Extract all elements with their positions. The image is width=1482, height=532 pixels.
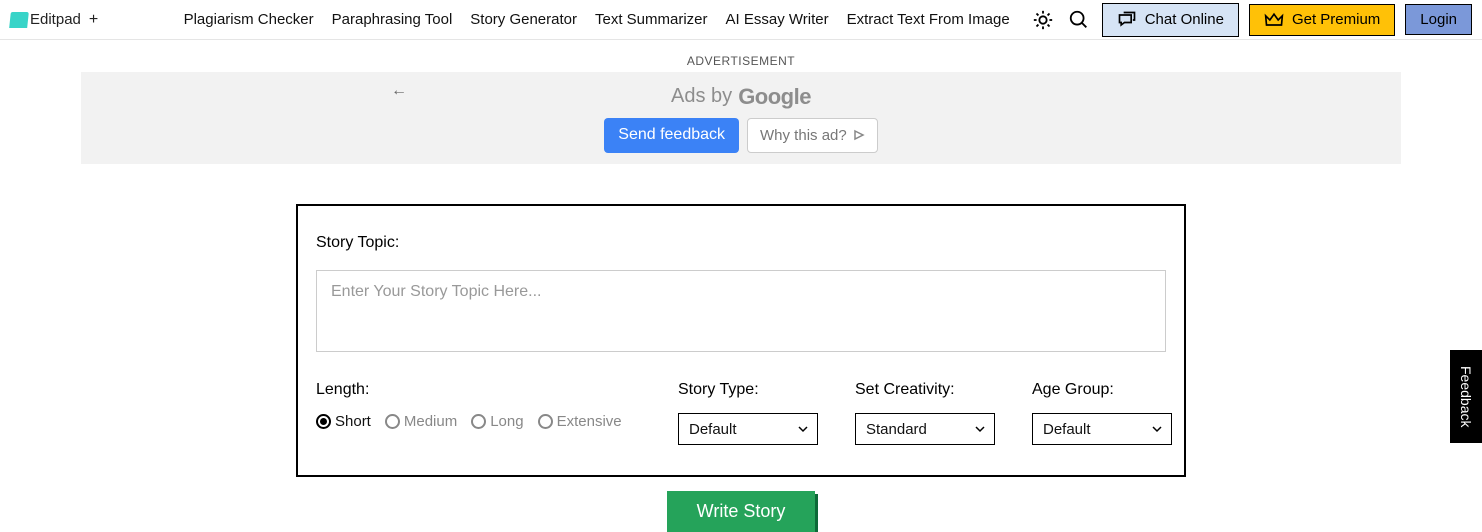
radio-icon [316,414,331,429]
length-option-short[interactable]: Short [316,413,371,430]
radio-icon [385,414,400,429]
age-group-column: Age Group: Default [1032,381,1177,445]
length-option-long[interactable]: Long [471,413,523,430]
story-type-select[interactable]: Default [678,413,818,445]
nav-text-summarizer[interactable]: Text Summarizer [595,11,708,28]
chat-icon [1117,10,1137,30]
premium-label: Get Premium [1292,11,1380,28]
logo-group[interactable]: Editpad + [10,11,98,29]
nav-extract-text[interactable]: Extract Text From Image [847,11,1010,28]
nav-ai-essay[interactable]: AI Essay Writer [726,11,829,28]
google-logo: Google [738,84,811,110]
creativity-value: Standard [866,421,927,438]
ad-back-icon[interactable]: ← [391,82,407,100]
ad-label: ADVERTISEMENT [0,54,1482,68]
chevron-down-icon [1151,423,1163,435]
length-option-extensive[interactable]: Extensive [538,413,622,430]
send-feedback-button[interactable]: Send feedback [604,118,739,153]
nav-right: Chat Online Get Premium Login [1030,3,1472,37]
submit-wrap: Write Story [0,491,1482,532]
age-group-select[interactable]: Default [1032,413,1172,445]
logo-text: Editpad [30,11,81,28]
radio-label-medium: Medium [404,413,457,430]
ads-by-text: Ads by [671,85,732,108]
radio-icon [471,414,486,429]
login-button[interactable]: Login [1405,4,1472,35]
adchoices-icon [853,129,865,141]
ad-box: ← Ads by Google Send feedback Why this a… [81,72,1401,164]
creativity-column: Set Creativity: Standard [855,381,1000,445]
crown-icon [1264,11,1284,29]
nav-story-generator[interactable]: Story Generator [470,11,577,28]
radio-label-extensive: Extensive [557,413,622,430]
search-icon[interactable] [1066,7,1092,33]
why-ad-label: Why this ad? [760,127,847,144]
length-radios: Short Medium Long Extensive [316,413,646,430]
age-group-value: Default [1043,421,1091,438]
creativity-select[interactable]: Standard [855,413,995,445]
chat-label: Chat Online [1145,11,1224,28]
header: Editpad + Plagiarism Checker Paraphrasin… [0,0,1482,40]
radio-label-long: Long [490,413,523,430]
story-type-value: Default [689,421,737,438]
get-premium-button[interactable]: Get Premium [1249,4,1395,36]
chevron-down-icon [974,423,986,435]
nav-plagiarism[interactable]: Plagiarism Checker [184,11,314,28]
why-this-ad-button[interactable]: Why this ad? [747,118,878,153]
radio-label-short: Short [335,413,371,430]
creativity-label: Set Creativity: [855,381,1000,399]
theme-icon[interactable] [1030,7,1056,33]
story-type-label: Story Type: [678,381,823,399]
radio-icon [538,414,553,429]
feedback-tab[interactable]: Feedback [1450,350,1482,443]
options-row: Length: Short Medium Long Extensive [316,381,1166,445]
main-nav: Plagiarism Checker Paraphrasing Tool Sto… [184,11,1010,28]
length-label: Length: [316,381,646,399]
story-topic-input[interactable] [316,270,1166,352]
length-column: Length: Short Medium Long Extensive [316,381,646,445]
chevron-down-icon [797,423,809,435]
story-type-column: Story Type: Default [678,381,823,445]
logo-icon [9,12,29,28]
story-form: Story Topic: Length: Short Medium Long [296,204,1186,477]
ad-actions: Send feedback Why this ad? [604,118,877,153]
write-story-button[interactable]: Write Story [667,491,816,532]
ads-by-line: Ads by Google [671,84,811,110]
nav-paraphrasing[interactable]: Paraphrasing Tool [332,11,453,28]
chat-online-button[interactable]: Chat Online [1102,3,1239,37]
topic-label: Story Topic: [316,234,1166,252]
age-group-label: Age Group: [1032,381,1177,399]
plus-icon[interactable]: + [89,11,98,29]
length-option-medium[interactable]: Medium [385,413,457,430]
